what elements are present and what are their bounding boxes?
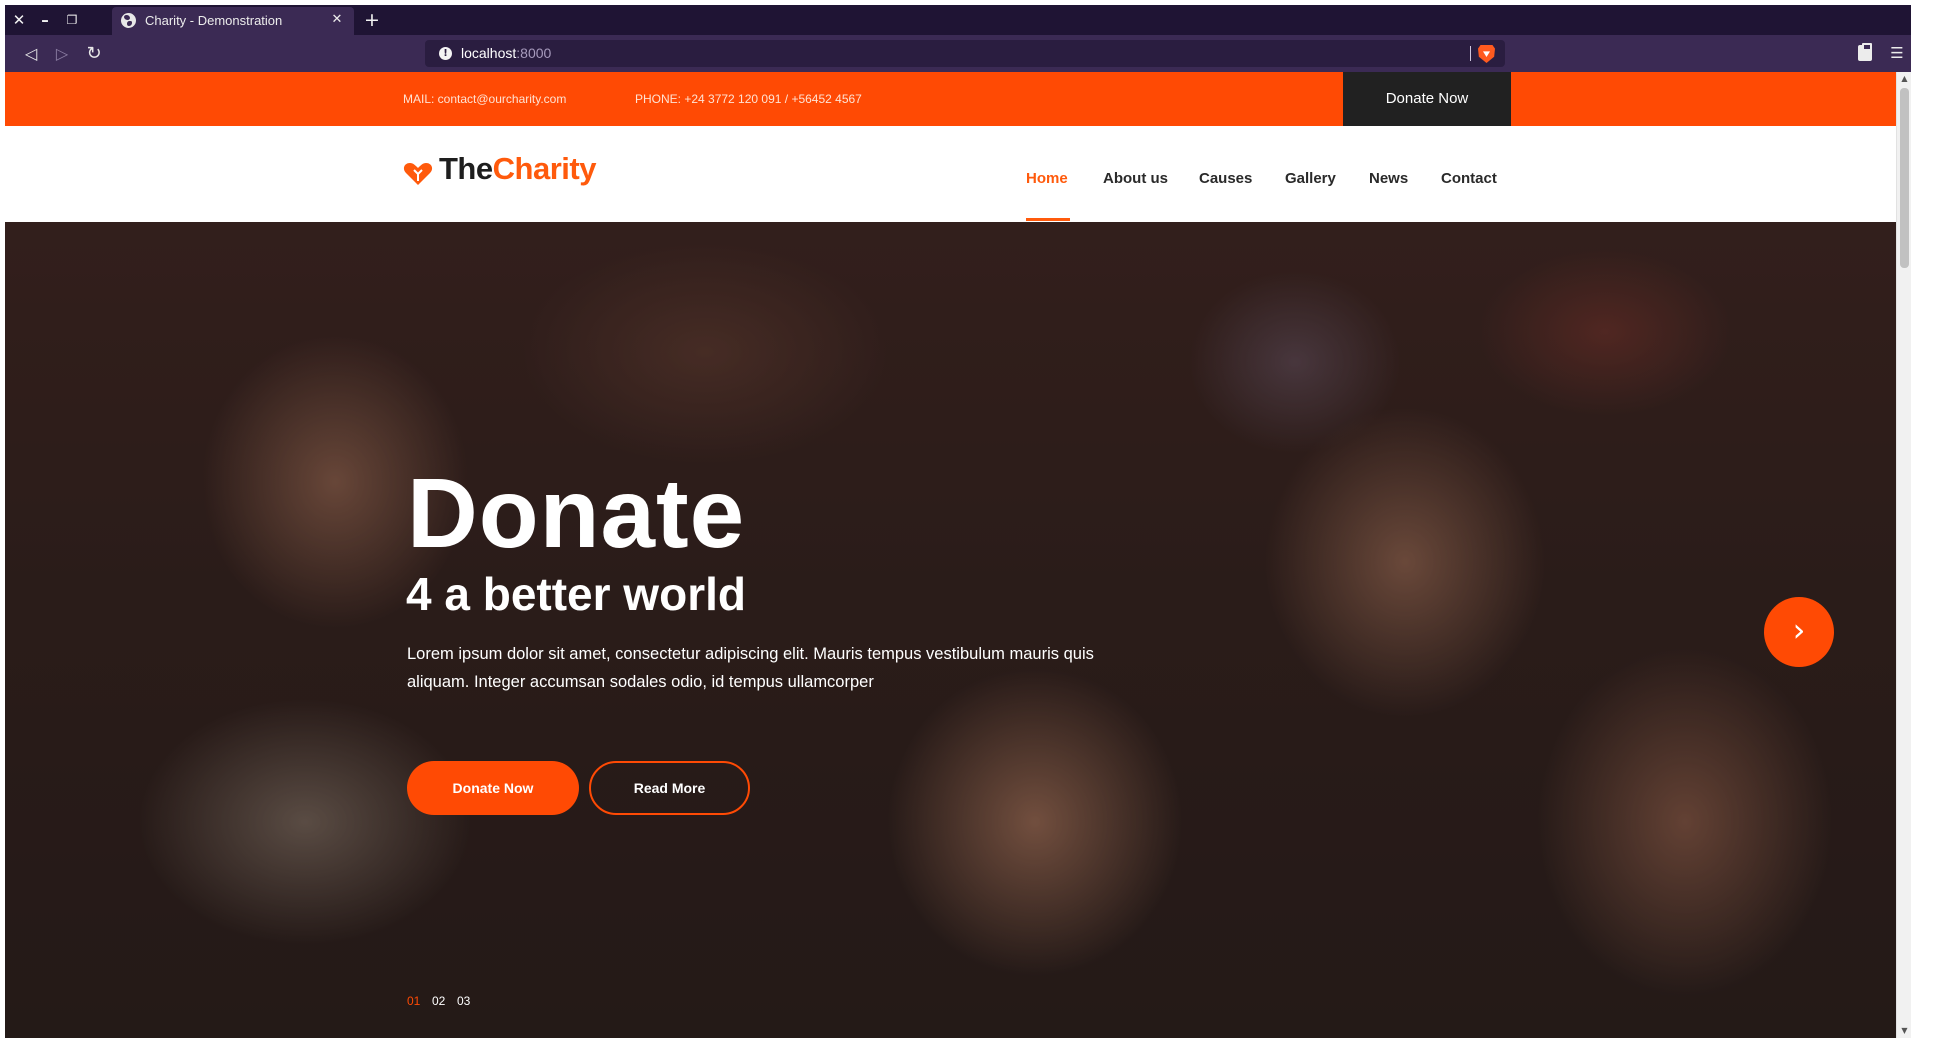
site-logo[interactable]: TheCharity [439, 151, 596, 187]
window-close-icon[interactable]: ✕ [8, 9, 30, 31]
slide-page-2[interactable]: 02 [432, 994, 445, 1008]
slide-page-3[interactable]: 03 [457, 994, 470, 1008]
browser-window: ✕ – ❐ Charity - Demonstration ✕ + ◁ ▷ ↻ … [5, 5, 1911, 1038]
page-scrollbar[interactable]: ▲ ▼ [1896, 72, 1911, 1038]
clipboard-icon[interactable] [1854, 42, 1876, 64]
reload-icon[interactable]: ↻ [82, 42, 106, 66]
hero-donate-button[interactable]: Donate Now [407, 761, 579, 815]
page-viewport: MAIL: contact@ourcharity.com PHONE: +24 … [5, 72, 1911, 1038]
tab-title: Charity - Demonstration [145, 13, 283, 28]
scroll-up-icon[interactable]: ▲ [1897, 72, 1911, 86]
address-bar[interactable]: ! localhost:8000 [425, 40, 1505, 67]
menu-icon[interactable]: ☰ [1886, 42, 1908, 64]
url-text: localhost:8000 [461, 45, 551, 61]
slider-next-arrow-icon[interactable]: › [1764, 597, 1834, 667]
hero-subtitle: 4 a better world [406, 568, 746, 620]
hero-slider: Donate 4 a better world Lorem ipsum dolo… [5, 222, 1896, 1038]
hero-description: Lorem ipsum dolor sit amet, consectetur … [407, 645, 1094, 691]
tab-close-icon[interactable]: ✕ [328, 11, 346, 29]
nav-news[interactable]: News [1369, 170, 1408, 187]
back-icon[interactable]: ◁ [19, 42, 43, 66]
contact-top-bar: MAIL: contact@ourcharity.com PHONE: +24 … [5, 72, 1896, 126]
screen: ✕ – ❐ Charity - Demonstration ✕ + ◁ ▷ ↻ … [0, 0, 1933, 1045]
globe-icon [121, 13, 136, 28]
top-donate-button[interactable]: Donate Now [1343, 72, 1511, 126]
nav-causes[interactable]: Causes [1199, 170, 1252, 187]
url-port: :8000 [516, 45, 552, 61]
url-separator [1470, 46, 1471, 61]
logo-the: The [439, 151, 493, 186]
site-info-icon[interactable]: ! [439, 47, 452, 60]
nav-home[interactable]: Home [1026, 170, 1068, 187]
brave-shield-icon[interactable] [1478, 45, 1495, 63]
browser-toolbar: ◁ ▷ ↻ ! localhost:8000 ☰ [5, 35, 1911, 72]
heart-logo-icon[interactable] [403, 162, 433, 186]
hero-read-more-button[interactable]: Read More [589, 761, 750, 815]
browser-tab-bar: ✕ – ❐ Charity - Demonstration ✕ + [5, 5, 1911, 35]
scrollbar-thumb[interactable] [1900, 88, 1909, 268]
nav-about-us[interactable]: About us [1103, 170, 1168, 187]
nav-gallery[interactable]: Gallery [1285, 170, 1336, 187]
window-minimize-icon[interactable]: – [34, 9, 56, 31]
slide-page-1[interactable]: 01 [407, 994, 420, 1008]
browser-tab[interactable]: Charity - Demonstration ✕ [112, 7, 354, 35]
scroll-down-icon[interactable]: ▼ [1897, 1024, 1911, 1038]
contact-mail[interactable]: MAIL: contact@ourcharity.com [403, 92, 566, 106]
nav-contact[interactable]: Contact [1441, 170, 1497, 187]
window-restore-icon[interactable]: ❐ [61, 9, 83, 31]
logo-charity: Charity [492, 151, 597, 186]
forward-icon[interactable]: ▷ [50, 42, 74, 66]
url-host: localhost [461, 45, 517, 61]
hero-background-photo [5, 222, 1896, 1038]
new-tab-icon[interactable]: + [361, 9, 383, 31]
contact-phone: PHONE: +24 3772 120 091 / +56452 4567 [635, 92, 862, 106]
site-header: TheCharity Home About us Causes Gallery … [5, 126, 1896, 222]
hero-title: Donate [407, 458, 746, 568]
nav-active-indicator [1026, 218, 1070, 221]
